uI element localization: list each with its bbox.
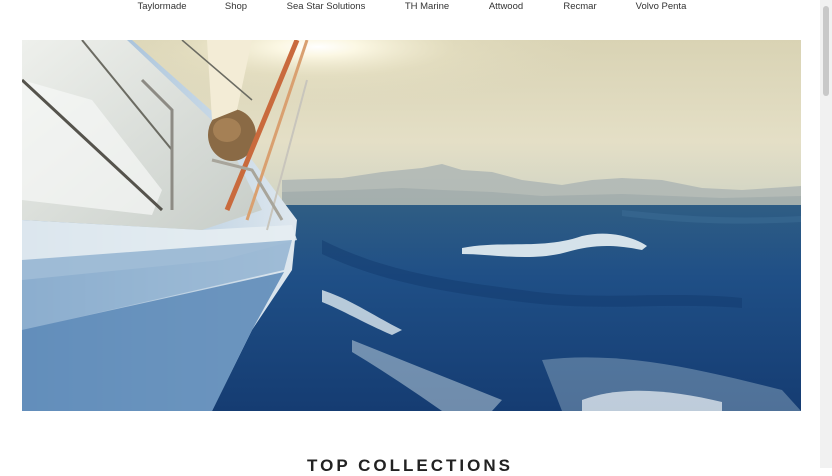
nav-link-volvo-penta[interactable]: Volvo Penta bbox=[636, 1, 687, 12]
hero-banner-image[interactable] bbox=[22, 40, 801, 411]
page-scrollbar[interactable] bbox=[820, 0, 832, 468]
nav-link-th-marine[interactable]: TH Marine bbox=[405, 1, 449, 12]
nav-link-attwood[interactable]: Attwood bbox=[489, 1, 523, 12]
scrollbar-thumb[interactable] bbox=[823, 6, 829, 96]
top-collections-heading: TOP COLLECTIONS bbox=[307, 456, 513, 475]
nav-link-recmar[interactable]: Recmar bbox=[563, 1, 596, 12]
nav-link-taylormade[interactable]: Taylormade bbox=[137, 1, 186, 12]
nav-link-sea-star-solutions[interactable]: Sea Star Solutions bbox=[287, 1, 366, 12]
nav-link-shop[interactable]: Shop bbox=[225, 1, 247, 12]
top-navigation: Taylormade Shop Sea Star Solutions TH Ma… bbox=[0, 0, 820, 26]
sailboat-ocean-illustration bbox=[22, 40, 801, 411]
